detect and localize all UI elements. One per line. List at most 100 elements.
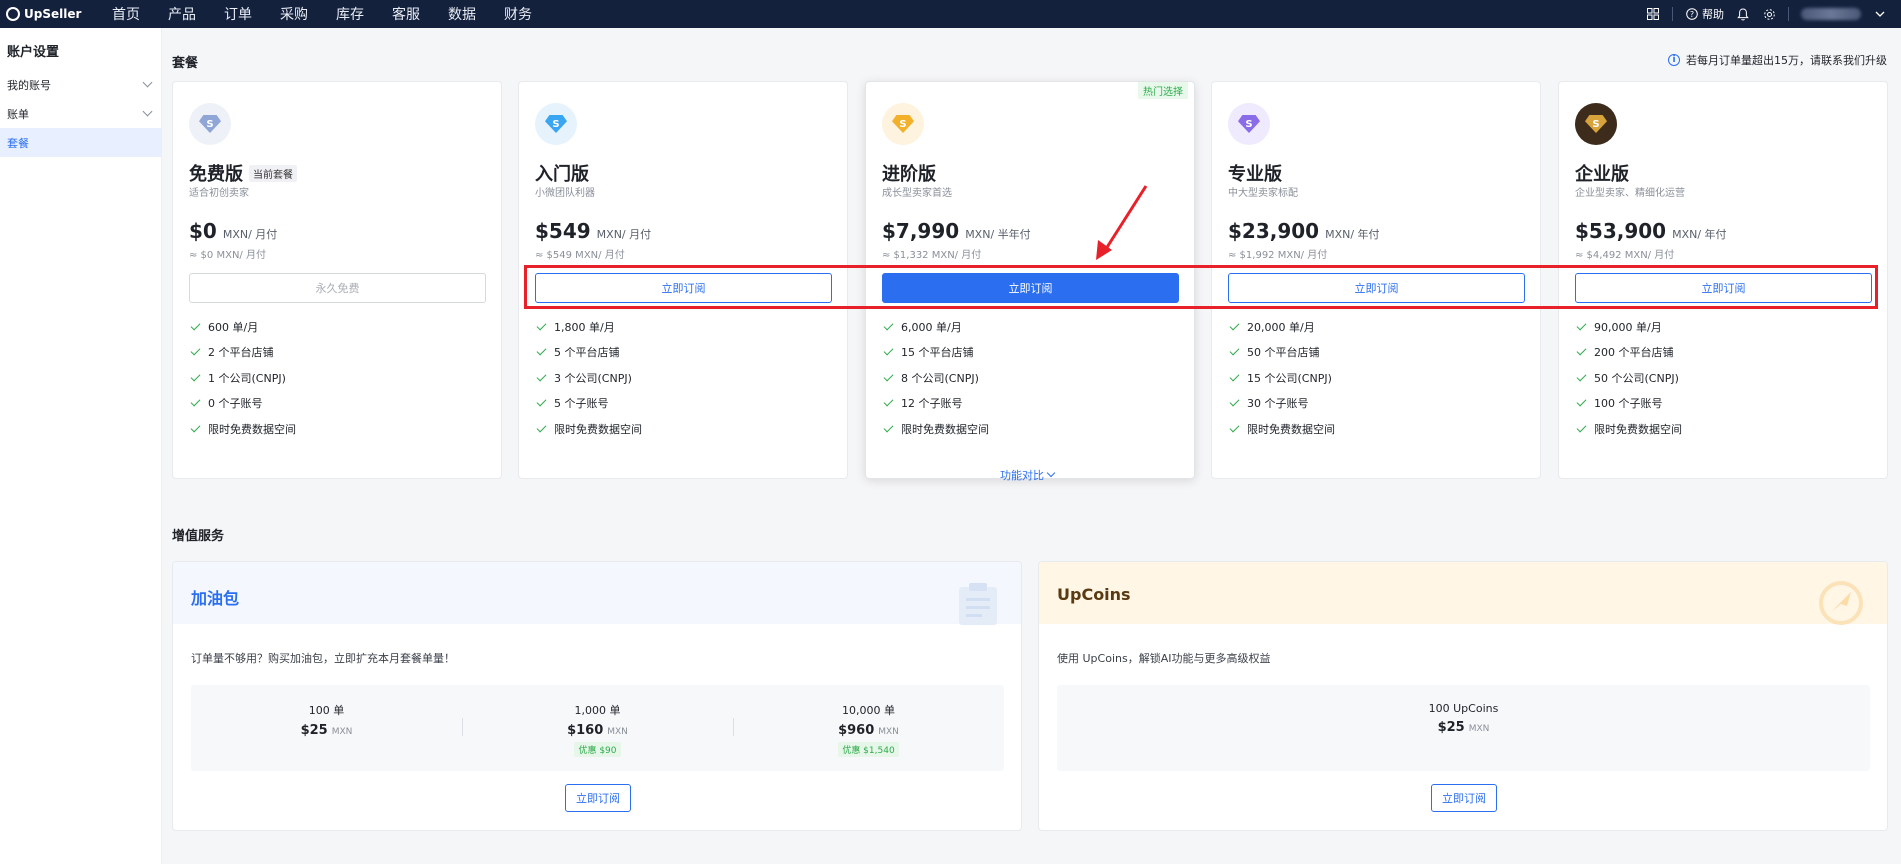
upcoins-subscribe-button[interactable]: 立即订阅 <box>1431 784 1497 812</box>
fuel-pack-title: 加油包 <box>191 589 240 608</box>
user-account-name-blurred[interactable] <box>1801 8 1861 20</box>
option-price-group: $960 MXN <box>838 723 899 738</box>
plan-price-row: $7,990 MXN/ 半年付 <box>882 219 1031 243</box>
plan-feature: 8 个公司(CNPJ) <box>883 365 989 391</box>
feature-text: 30 个子账号 <box>1247 397 1309 411</box>
nav-inventory[interactable]: 库存 <box>322 4 378 24</box>
check-icon <box>190 396 201 407</box>
sidebar-item-label: 我的账号 <box>7 78 51 92</box>
plan-name-row: 入门版 <box>535 160 589 186</box>
sidebar-title: 账户设置 <box>7 45 60 60</box>
plan-feature: 限时免费数据空间 <box>883 416 989 442</box>
nav-data[interactable]: 数据 <box>434 4 490 24</box>
plan-price: $549 <box>535 219 591 243</box>
plan-feature: 30 个子账号 <box>1229 391 1335 417</box>
option-price: $160 <box>567 723 604 738</box>
plan-tier-icon: S <box>189 103 231 145</box>
chevron-down-icon[interactable] <box>1873 7 1887 21</box>
feature-compare-toggle[interactable]: 功能对比 <box>1000 467 1056 483</box>
option-currency: MXN <box>1468 724 1490 734</box>
subscribe-button[interactable]: 立即订阅 <box>1575 273 1872 303</box>
check-icon <box>536 396 547 407</box>
fuel-option[interactable]: 100 单 $25 MXN <box>191 698 462 758</box>
gear-icon[interactable] <box>1762 7 1776 21</box>
plan-feature: 限时免费数据空间 <box>190 416 296 442</box>
check-icon <box>536 320 547 331</box>
feature-text: 15 个公司(CNPJ) <box>1247 371 1332 385</box>
fuel-option[interactable]: 10,000 单 $960 MXN 优惠 $1,540 <box>733 698 1004 758</box>
upcoins-card: UpCoins 使用 UpCoins，解锁AI功能与更多高级权益 100 UpC… <box>1038 561 1888 831</box>
plan-tier-icon: S <box>1228 103 1270 145</box>
feature-text: 限时免费数据空间 <box>554 422 642 436</box>
plan-description: 企业型卖家、精细化运营 <box>1575 188 1685 199</box>
subscribe-button[interactable]: 立即订阅 <box>1228 273 1525 303</box>
plan-card: 热门选择 S 进阶版 成长型卖家首选 $7,990 MXN/ 半年付 ≈ $1,332 MX… <box>865 81 1195 479</box>
feature-text: 限时免费数据空间 <box>1594 422 1682 436</box>
option-price-group: $25 MXN <box>301 723 353 738</box>
top-navigation-bar: UpSeller 首页 产品 订单 采购 库存 客服 数据 财务 ? 帮助 <box>0 0 1901 28</box>
bell-icon[interactable] <box>1736 7 1750 21</box>
sidebar-item-billing[interactable]: 账单 <box>0 99 161 128</box>
chevron-down-icon <box>1046 468 1056 478</box>
plan-monthly-equivalent: ≈ $4,492 MXN/ 月付 <box>1575 250 1675 261</box>
plan-description: 中大型卖家标配 <box>1228 188 1298 199</box>
plan-feature: 12 个子账号 <box>883 391 989 417</box>
nav-products[interactable]: 产品 <box>154 4 210 24</box>
plan-card: S 企业版 企业型卖家、精细化运营 $53,900 MXN/ 年付 ≈ $4,492 MX… <box>1558 81 1888 479</box>
option-quantity: 100 单 <box>308 704 345 717</box>
plan-price-unit: MXN/ 年付 <box>1672 228 1727 241</box>
option-price-group: $160 MXN <box>567 723 628 738</box>
feature-text: 50 个公司(CNPJ) <box>1594 371 1679 385</box>
plan-feature: 600 单/月 <box>190 314 296 340</box>
check-icon <box>883 396 894 407</box>
option-currency: MXN <box>878 727 899 737</box>
fuel-pack-subscribe-button[interactable]: 立即订阅 <box>565 784 631 812</box>
feature-text: 5 个子账号 <box>554 397 609 411</box>
plan-monthly-equivalent: ≈ $0 MXN/ 月付 <box>189 250 266 261</box>
feature-text: 3 个公司(CNPJ) <box>554 371 632 385</box>
diamond-icon: S <box>199 115 221 133</box>
feature-text: 20,000 单/月 <box>1247 320 1315 334</box>
brand-logo[interactable]: UpSeller <box>6 7 98 21</box>
option-currency: MXN <box>331 727 353 737</box>
fuel-pack-options: 100 单 $25 MXN 1,000 单 $160 MXN 优惠 $90 10,0… <box>191 685 1004 771</box>
nav-home[interactable]: 首页 <box>98 4 154 24</box>
plan-name-row: 免费版 当前套餐 <box>189 160 297 186</box>
plan-price-row: $53,900 MXN/ 年付 <box>1575 219 1727 243</box>
nav-finance[interactable]: 财务 <box>490 4 546 24</box>
nav-orders[interactable]: 订单 <box>210 4 266 24</box>
option-quantity: 1,000 单 <box>574 704 621 717</box>
plan-name: 入门版 <box>535 164 589 185</box>
nav-purchasing[interactable]: 采购 <box>266 4 322 24</box>
upcoins-header: UpCoins <box>1039 562 1887 625</box>
plan-price: $53,900 <box>1575 219 1667 243</box>
plan-card: S 免费版 当前套餐 适合初创卖家 $0 MXN/ 月付 ≈ $0 MXN/ 月付 永久免费 6… <box>172 81 502 479</box>
upcoins-option[interactable]: 100 UpCoins $25 MXN <box>1057 698 1870 758</box>
option-price: $25 <box>300 723 328 738</box>
plan-feature: 限时免费数据空间 <box>1576 416 1682 442</box>
plan-feature-list: 20,000 单/月 50 个平台店铺 15 个公司(CNPJ) 30 个子账号 限时免… <box>1229 314 1335 442</box>
plan-price: $7,990 <box>882 219 960 243</box>
plan-description: 适合初创卖家 <box>189 188 249 199</box>
check-icon <box>883 422 894 433</box>
sidebar-item-my-account[interactable]: 我的账号 <box>0 70 161 99</box>
nav-customer-service[interactable]: 客服 <box>378 4 434 24</box>
feature-text: 600 单/月 <box>208 320 259 334</box>
check-icon <box>1576 422 1587 433</box>
fuel-option[interactable]: 1,000 单 $160 MXN 优惠 $90 <box>462 698 733 758</box>
plan-name-row: 专业版 <box>1228 160 1282 186</box>
subscribe-button[interactable]: 立即订阅 <box>882 273 1179 303</box>
check-icon <box>190 371 201 382</box>
feature-text: 0 个子账号 <box>208 397 263 411</box>
plan-feature: 200 个平台店铺 <box>1576 340 1682 366</box>
check-icon <box>536 371 547 382</box>
feature-text: 限时免费数据空间 <box>1247 422 1335 436</box>
plan-price-unit: MXN/ 月付 <box>222 228 278 241</box>
sidebar-item-plans[interactable]: 套餐 <box>0 128 161 157</box>
subscribe-button[interactable]: 立即订阅 <box>535 273 832 303</box>
apps-grid-icon[interactable] <box>1646 7 1660 21</box>
check-icon <box>1576 345 1587 356</box>
upcoins-description: 使用 UpCoins，解锁AI功能与更多高级权益 <box>1057 652 1271 665</box>
help-button[interactable]: ? 帮助 <box>1685 6 1724 22</box>
rocket-coin-icon <box>1819 581 1863 625</box>
